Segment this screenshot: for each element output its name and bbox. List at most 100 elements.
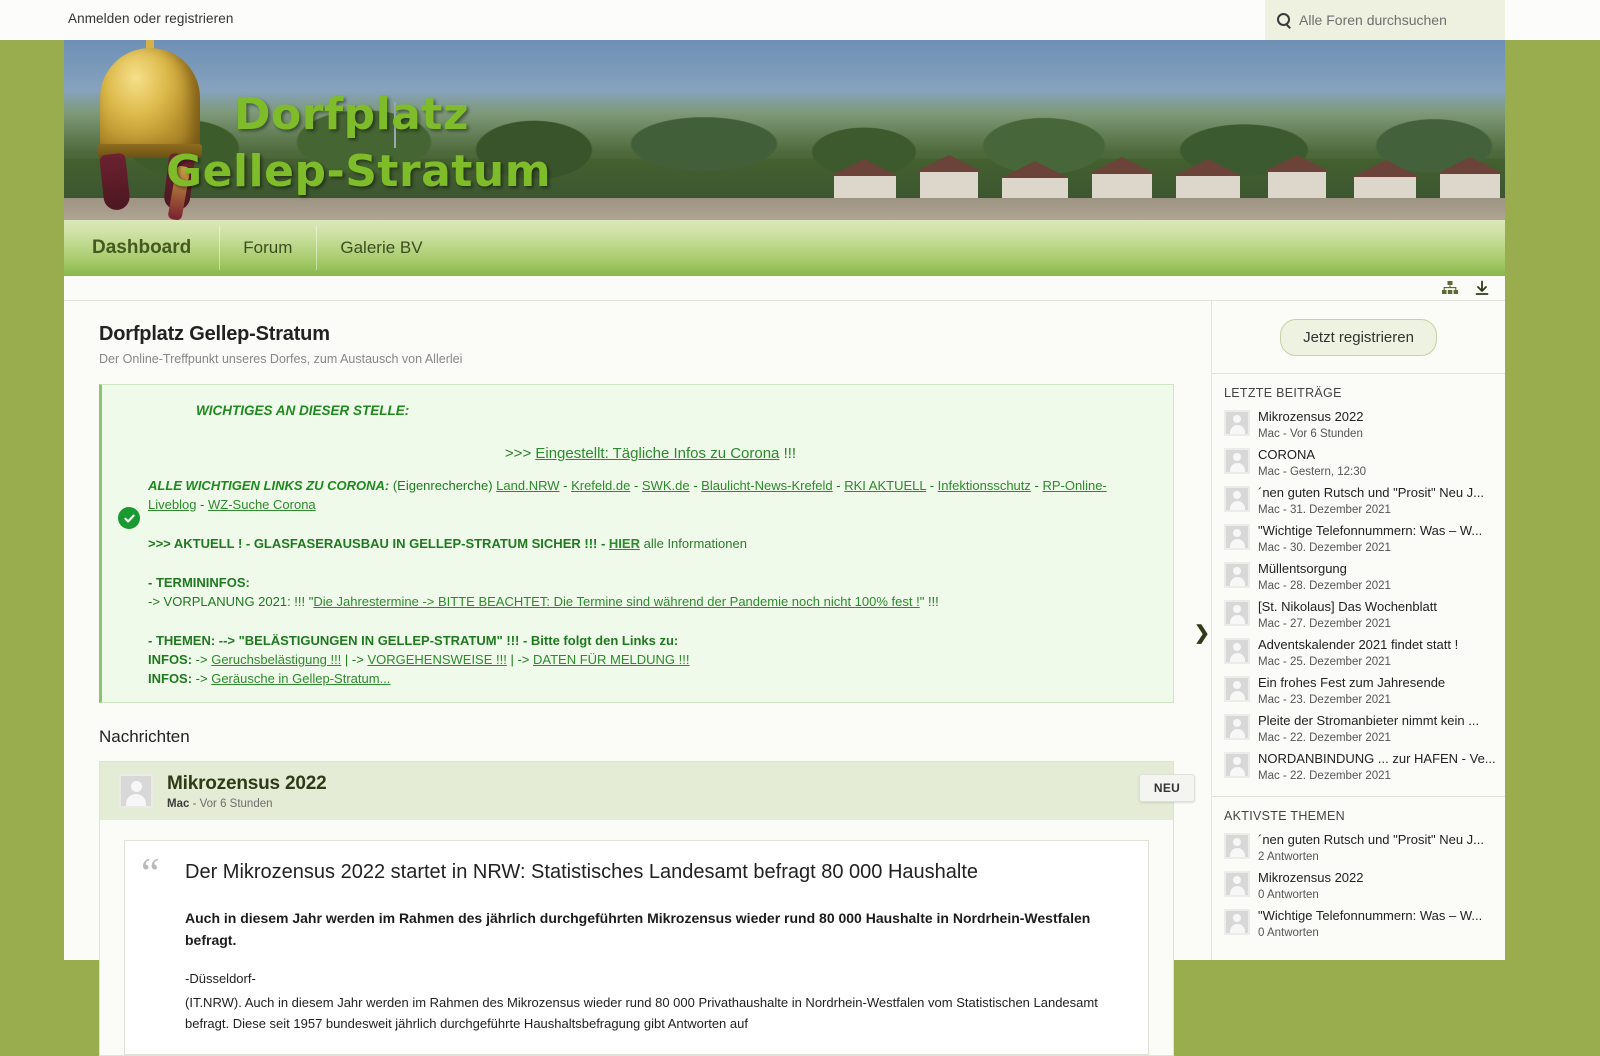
list-item[interactable]: "Wichtige Telefonnummern: Was – W... Mac … bbox=[1224, 520, 1505, 558]
list-item-title[interactable]: Müllentsorgung bbox=[1258, 560, 1391, 577]
corona-links-note: (Eigenrecherche) bbox=[389, 478, 497, 493]
link-geruchsbelaestigung[interactable]: Geruchsbelästigung !!! bbox=[211, 652, 341, 667]
list-item-meta: Mac - 22. Dezember 2021 bbox=[1258, 770, 1391, 782]
section-title-nachrichten: Nachrichten bbox=[99, 727, 190, 746]
download-icon[interactable] bbox=[1473, 279, 1491, 297]
announcement-termin-block: - TERMININFOS: -> VORPLANUNG 2021: !!! "… bbox=[148, 573, 1153, 611]
corona-suffix: !!! bbox=[779, 445, 797, 462]
list-item[interactable]: ´nen guten Rutsch und "Prosit" Neu J... M… bbox=[1224, 482, 1505, 520]
corona-prefix: >>> bbox=[504, 445, 536, 462]
login-register-link[interactable]: Anmelden oder registrieren bbox=[68, 11, 233, 26]
link-wz-suche-corona[interactable]: WZ-Suche Corona bbox=[208, 497, 316, 512]
list-item[interactable]: NORDANBINDUNG ... zur HAFEN - Ve... Mac -… bbox=[1224, 748, 1505, 786]
avatar bbox=[119, 774, 153, 808]
jahrestermine-link[interactable]: Die Jahrestermine -> BITTE BEACHTET: Die… bbox=[313, 594, 919, 609]
avatar bbox=[1224, 833, 1250, 859]
link-swk-de[interactable]: SWK.de bbox=[642, 478, 690, 493]
list-item-title[interactable]: Adventskalender 2021 findet statt ! bbox=[1258, 636, 1458, 653]
quote-title: Der Mikrozensus 2022 startet in NRW: Sta… bbox=[185, 861, 978, 883]
list-item-title[interactable]: "Wichtige Telefonnummern: Was – W... bbox=[1258, 522, 1482, 539]
list-item-title[interactable]: ´nen guten Rutsch und "Prosit" Neu J... bbox=[1258, 831, 1484, 848]
list-item-meta: Mac - 22. Dezember 2021 bbox=[1258, 732, 1391, 744]
list-item[interactable]: ´nen guten Rutsch und "Prosit" Neu J... 2… bbox=[1224, 829, 1505, 867]
avatar bbox=[1224, 524, 1250, 550]
avatar bbox=[1224, 871, 1250, 897]
list-item[interactable]: Mikrozensus 2022 0 Antworten bbox=[1224, 867, 1505, 905]
banner-title-line1: Dorfplatz bbox=[234, 89, 470, 140]
sidebar-heading-recent: LETZTE BEITRÄGE bbox=[1224, 386, 1342, 400]
news-post-body: “ Der Mikrozensus 2022 startet in NRW: S… bbox=[100, 820, 1173, 1055]
list-item-title[interactable]: Mikrozensus 2022 bbox=[1258, 869, 1364, 886]
list-item-title[interactable]: CORONA bbox=[1258, 446, 1366, 463]
nav-item-galerie-bv[interactable]: Galerie BV bbox=[316, 220, 446, 276]
list-item[interactable]: CORONA Mac - Gestern, 12:30 bbox=[1224, 444, 1505, 482]
list-item-title[interactable]: Pleite der Stromanbieter nimmt kein ... bbox=[1258, 712, 1479, 729]
list-item[interactable]: Müllentsorgung Mac - 28. Dezember 2021 bbox=[1224, 558, 1505, 596]
list-item[interactable]: Ein frohes Fest zum Jahresende Mac - 23. … bbox=[1224, 672, 1505, 710]
list-item[interactable]: "Wichtige Telefonnummern: Was – W... 0 An… bbox=[1224, 905, 1505, 943]
termin-heading: - TERMININFOS: bbox=[148, 575, 250, 590]
site-banner: Dorfplatz Gellep-Stratum bbox=[64, 40, 1505, 220]
glasfaser-text: >>> AKTUELL ! - GLASFASERAUSBAU IN GELLE… bbox=[148, 536, 609, 551]
chevron-right-icon[interactable]: ❯ bbox=[1194, 622, 1210, 645]
list-item[interactable]: Pleite der Stromanbieter nimmt kein ... M… bbox=[1224, 710, 1505, 748]
register-button[interactable]: Jetzt registrieren bbox=[1280, 318, 1437, 356]
avatar bbox=[1224, 909, 1250, 935]
list-item[interactable]: Adventskalender 2021 findet statt ! Mac -… bbox=[1224, 634, 1505, 672]
list-item-title[interactable]: NORDANBINDUNG ... zur HAFEN - Ve... bbox=[1258, 750, 1496, 767]
news-post-time: Vor 6 Stunden bbox=[199, 797, 273, 810]
news-post-author[interactable]: Mac bbox=[167, 798, 189, 810]
quote-icon: “ bbox=[141, 851, 160, 897]
termin-suffix: " !!! bbox=[919, 594, 939, 609]
main-navigation: Dashboard Forum Galerie BV bbox=[64, 220, 1505, 276]
content-columns: Dorfplatz Gellep-Stratum Der Online-Tref… bbox=[64, 301, 1505, 1056]
list-item-title[interactable]: Mikrozensus 2022 bbox=[1258, 408, 1364, 425]
nav-item-forum[interactable]: Forum bbox=[219, 220, 316, 276]
list-item-title[interactable]: "Wichtige Telefonnummern: Was – W... bbox=[1258, 907, 1482, 924]
glasfaser-suffix: alle Informationen bbox=[639, 536, 747, 551]
status-badge: NEU bbox=[1139, 774, 1195, 802]
link-land-nrw[interactable]: Land.NRW bbox=[496, 478, 559, 493]
link-rki-aktuell[interactable]: RKI AKTUELL bbox=[844, 478, 926, 493]
news-post-meta: Mac - Vor 6 Stunden bbox=[167, 797, 273, 810]
termin-line: -> VORPLANUNG 2021: !!! "Die Jahrestermi… bbox=[148, 592, 1153, 611]
link-infektionsschutz[interactable]: Infektionsschutz bbox=[938, 478, 1031, 493]
sidebar-heading-active: AKTIVSTE THEMEN bbox=[1224, 809, 1345, 823]
link-geraeusche[interactable]: Geräusche in Gellep-Stratum... bbox=[211, 671, 390, 686]
glasfaser-hier-link[interactable]: HIER bbox=[609, 536, 640, 551]
list-item-title[interactable]: Ein frohes Fest zum Jahresende bbox=[1258, 674, 1445, 691]
search-box[interactable]: Alle Foren durchsuchen bbox=[1265, 0, 1505, 40]
nav-item-dashboard[interactable]: Dashboard bbox=[64, 220, 219, 276]
infos-label-2: INFOS: bbox=[148, 671, 193, 686]
announcement-corona-line: >>> Eingestellt: Tägliche Infos zu Coron… bbox=[148, 444, 1153, 463]
corona-links-label: ALLE WICHTIGEN LINKS ZU CORONA: bbox=[148, 478, 390, 493]
list-item-title[interactable]: ´nen guten Rutsch und "Prosit" Neu J... bbox=[1258, 484, 1484, 501]
avatar bbox=[1224, 676, 1250, 702]
list-item-title[interactable]: [St. Nikolaus] Das Wochenblatt bbox=[1258, 598, 1437, 615]
main-column: Dorfplatz Gellep-Stratum Der Online-Tref… bbox=[64, 301, 1211, 1056]
link-blaulicht-news-krefeld[interactable]: Blaulicht-News-Krefeld bbox=[701, 478, 833, 493]
sitemap-icon[interactable] bbox=[1441, 279, 1459, 297]
announcement-glasfaser-row: >>> AKTUELL ! - GLASFASERAUSBAU IN GELLE… bbox=[148, 534, 1153, 553]
infos-row-2: INFOS: -> Geräusche in Gellep-Stratum... bbox=[148, 671, 391, 686]
list-item-meta: Mac - 31. Dezember 2021 bbox=[1258, 504, 1391, 516]
list-item[interactable]: [St. Nikolaus] Das Wochenblatt Mac - 27. … bbox=[1224, 596, 1505, 634]
page-wrapper: Dorfplatz Gellep-Stratum Dashboard Forum… bbox=[64, 40, 1505, 1056]
search-icon bbox=[1277, 12, 1292, 28]
list-item-meta: Mac - 23. Dezember 2021 bbox=[1258, 694, 1391, 706]
avatar bbox=[1224, 486, 1250, 512]
link-krefeld-de[interactable]: Krefeld.de bbox=[571, 478, 630, 493]
link-daten-fuer-meldung[interactable]: DATEN FÜR MELDUNG !!! bbox=[533, 652, 690, 667]
announcement-box: WICHTIGES AN DIESER STELLE: >>> Eingeste… bbox=[99, 384, 1174, 703]
banner-title: Dorfplatz Gellep-Stratum bbox=[166, 86, 551, 200]
sidebar-active-topics: AKTIVSTE THEMEN ´nen guten Rutsch und "P… bbox=[1212, 796, 1505, 953]
list-item-meta: Mac - Gestern, 12:30 bbox=[1258, 466, 1367, 478]
search-input[interactable]: Alle Foren durchsuchen bbox=[1299, 12, 1447, 28]
list-item[interactable]: Mikrozensus 2022 Mac - Vor 6 Stunden bbox=[1224, 406, 1505, 444]
list-item-meta: Mac - 28. Dezember 2021 bbox=[1258, 580, 1391, 592]
corona-daily-link[interactable]: Eingestellt: Tägliche Infos zu Corona bbox=[535, 445, 779, 462]
news-post-title[interactable]: Mikrozensus 2022 bbox=[167, 773, 327, 795]
check-circle-icon bbox=[118, 507, 140, 529]
avatar bbox=[1224, 448, 1250, 474]
link-vorgehensweise[interactable]: VORGEHENSWEISE !!! bbox=[367, 652, 506, 667]
